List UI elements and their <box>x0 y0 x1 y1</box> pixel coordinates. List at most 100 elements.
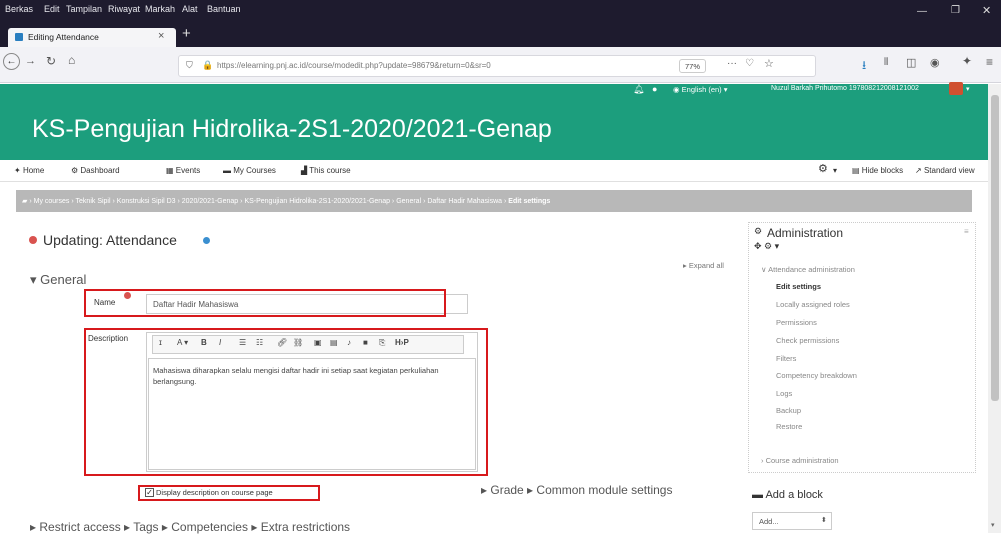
crumb-teknik-sipil[interactable]: Teknik Sipil <box>76 198 111 205</box>
hide-blocks-button[interactable]: ▤ Hide blocks <box>852 166 903 175</box>
avatar[interactable] <box>949 82 963 95</box>
admin-item-permissions[interactable]: Permissions <box>776 318 817 327</box>
account-icon[interactable]: ◉ <box>930 56 940 69</box>
section-tags-label: Tags <box>133 520 159 534</box>
tab-editing-attendance[interactable]: Editing Attendance × <box>8 28 176 47</box>
help-icon[interactable] <box>203 237 210 244</box>
section-common-label: Common module settings <box>536 483 673 497</box>
minimize-icon[interactable]: — <box>917 6 927 17</box>
forward-icon[interactable]: → <box>25 55 36 67</box>
scrollbar-thumb[interactable] <box>991 95 999 401</box>
attendance-module-icon <box>29 236 37 244</box>
nav-events[interactable]: ▦ Events <box>166 166 200 175</box>
menu-alat[interactable]: Alat <box>182 4 198 14</box>
menu-edit[interactable]: Edit <box>44 4 60 14</box>
section-extra-label: Extra restrictions <box>260 520 351 534</box>
folder-icon: ▰ <box>22 198 28 205</box>
admin-group-course[interactable]: › Course administration <box>761 456 839 465</box>
admin-item-logs[interactable]: Logs <box>776 389 792 398</box>
menu-tampilan[interactable]: Tampilan <box>66 4 102 14</box>
crumb-course[interactable]: KS-Pengujian Hidrolika-2S1-2020/2021-Gen… <box>244 198 390 205</box>
user-name[interactable]: Nuzul Barkah Prihutomo 19780821200812100… <box>771 85 919 92</box>
home-icon[interactable]: ⌂ <box>68 53 75 67</box>
crumb-semester[interactable]: 2020/2021-Genap <box>182 198 238 205</box>
user-menu-chevron-icon[interactable]: ▾ <box>966 85 970 93</box>
zoom-level[interactable]: 77% <box>679 59 707 73</box>
hamburger-menu-icon[interactable]: ≡ <box>986 55 993 69</box>
download-icon[interactable]: ⭳ <box>862 56 866 77</box>
section-competencies-label: Competencies <box>171 520 248 534</box>
annotation-box-name <box>84 289 446 317</box>
block-move-icon[interactable]: ✥ ⚙ ▾ <box>754 241 779 252</box>
crumb-my-courses[interactable]: My courses <box>34 198 70 205</box>
settings-gear-icon[interactable]: ⚙ <box>818 162 828 175</box>
bookmark-star-icon[interactable]: ☆ <box>764 57 774 70</box>
lock-icon: 🔒 <box>202 60 214 70</box>
new-tab-icon[interactable]: + <box>182 25 191 42</box>
admin-item-roles[interactable]: Locally assigned roles <box>776 300 850 309</box>
reload-icon[interactable]: ↻ <box>46 54 56 68</box>
course-navigation <box>0 160 988 182</box>
annotation-box-checkbox <box>138 485 320 501</box>
notification-bell-icon[interactable]: 🔔︎ <box>633 84 644 95</box>
crumb-konstruksi-sipil[interactable]: Konstruksi Sipil D3 <box>117 198 176 205</box>
block-menu-icon[interactable]: ≡ <box>964 227 969 236</box>
browser-menubar: Berkas Edit Tampilan Riwayat Markah Alat… <box>0 0 1001 23</box>
back-icon[interactable]: ← <box>3 53 20 70</box>
crumb-edit-settings: Edit settings <box>508 198 551 205</box>
site-info-icon[interactable]: ⛉ <box>186 60 193 71</box>
nav-my-courses[interactable]: ▬ My Courses <box>223 166 276 175</box>
pocket-icon[interactable]: ♡ <box>745 58 754 69</box>
add-block-select-value: Add... <box>759 517 779 526</box>
admin-title: Administration <box>767 226 844 240</box>
section-general-toggle[interactable]: ▾ General <box>30 272 86 288</box>
section-grade-label: Grade <box>490 483 524 497</box>
admin-item-competency[interactable]: Competency breakdown <box>776 371 857 380</box>
nav-this-course[interactable]: ▟ This course <box>301 166 351 175</box>
section-general-title: General <box>40 272 87 287</box>
admin-item-edit-settings[interactable]: Edit settings <box>776 282 821 291</box>
admin-item-backup[interactable]: Backup <box>776 406 801 415</box>
page-heading: Updating: Attendance <box>43 232 177 248</box>
close-window-icon[interactable]: ✕ <box>982 4 991 17</box>
section-links-grade[interactable]: ▸ Grade ▸ Common module settings <box>481 483 672 497</box>
language-menu[interactable]: ◉ English (en) ▾ <box>673 85 728 94</box>
menu-riwayat[interactable]: Riwayat <box>108 4 140 14</box>
library-icon[interactable]: ⫴ <box>884 57 888 68</box>
language-label: English (en) <box>681 85 722 94</box>
page-actions-icon[interactable]: ··· <box>727 58 737 69</box>
menu-markah[interactable]: Markah <box>145 4 175 14</box>
expand-all-link[interactable]: ▸ Expand all <box>683 261 724 270</box>
section-restrict-label: Restrict access <box>39 520 121 534</box>
add-block-select[interactable]: Add... ⬍ <box>752 512 832 530</box>
course-header: 🔔︎ ● ◉ English (en) ▾ Nuzul Barkah Prihu… <box>0 82 988 166</box>
annotation-box-description <box>84 328 488 476</box>
menu-bantuan[interactable]: Bantuan <box>207 4 241 14</box>
admin-group-attendance[interactable]: ∨ Attendance administration <box>761 265 855 274</box>
administration-block: ⚙ Administration ≡ ✥ ⚙ ▾ ∨ Attendance ad… <box>748 222 976 473</box>
nav-dashboard[interactable]: ⚙ Dashboard <box>71 166 120 175</box>
restore-icon[interactable]: ❐ <box>951 5 960 16</box>
url-bar[interactable]: ⛉ 🔒 https://elearning.pnj.ac.id/course/m… <box>178 55 816 77</box>
messages-icon[interactable]: ● <box>652 84 657 94</box>
standard-view-button[interactable]: ↗ Standard view <box>915 166 975 175</box>
nav-home[interactable]: ✦ Home <box>14 166 44 175</box>
settings-chevron-icon[interactable]: ▾ <box>833 166 837 175</box>
crumb-activity[interactable]: Daftar Hadir Mahasiswa <box>427 198 502 205</box>
url-text[interactable]: https://elearning.pnj.ac.id/course/moded… <box>217 61 491 70</box>
course-title: KS-Pengujian Hidrolika-2S1-2020/2021-Gen… <box>32 115 552 143</box>
tab-title: Editing Attendance <box>28 32 99 42</box>
extensions-icon[interactable]: ✦ <box>962 54 972 68</box>
add-block-title: ▬ Add a block <box>752 489 823 501</box>
section-links-bottom[interactable]: ▸ Restrict access ▸ Tags ▸ Competencies … <box>30 520 350 534</box>
admin-gear-icon: ⚙ <box>754 226 763 236</box>
sidebar-icon[interactable]: ◫ <box>906 56 916 69</box>
admin-item-filters[interactable]: Filters <box>776 354 796 363</box>
admin-item-restore[interactable]: Restore <box>776 422 802 431</box>
admin-item-check-permissions[interactable]: Check permissions <box>776 336 839 345</box>
tab-close-icon[interactable]: × <box>158 30 164 42</box>
breadcrumb: ▰ › My courses › Teknik Sipil › Konstruk… <box>16 190 972 212</box>
crumb-general[interactable]: General <box>396 198 421 205</box>
scroll-down-icon[interactable]: ▾ <box>991 521 995 529</box>
menu-berkas[interactable]: Berkas <box>5 4 33 14</box>
